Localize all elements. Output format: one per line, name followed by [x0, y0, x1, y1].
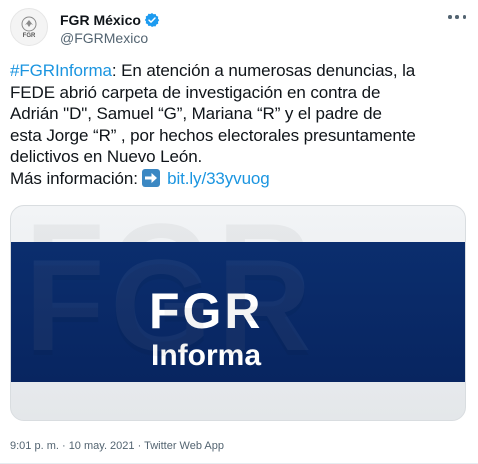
tweet-line-4: esta Jorge “R” , por hechos electorales … — [10, 125, 416, 145]
short-link[interactable]: bit.ly/33yvuog — [167, 169, 270, 188]
avatar[interactable]: FGR — [10, 8, 48, 46]
tweet-media-image[interactable]: FGR FGR FGR Informa FGR — [10, 205, 466, 421]
author-names: FGR México @FGRMexico — [60, 10, 160, 46]
tweet-card: FGR FGR México @FGRMexico #FGRInforma: E… — [0, 0, 478, 464]
display-name[interactable]: FGR México — [60, 12, 141, 28]
tweet-line-2: FEDE abrió carpeta de investigación en c… — [10, 82, 381, 102]
verified-badge-icon — [144, 12, 160, 28]
hashtag-link[interactable]: #FGRInforma — [10, 61, 112, 80]
tweet-line-6: Más información: bit.ly/33yvuog — [10, 168, 470, 190]
avatar-label: FGR — [22, 32, 36, 39]
tweet-line-1: #FGRInforma: En atención a numerosas den… — [10, 60, 470, 82]
more-options-icon[interactable] — [448, 14, 466, 20]
tweet-line-5: delictivos en Nuevo León. — [10, 147, 203, 167]
user-handle[interactable]: @FGRMexico — [60, 30, 160, 46]
tweet-text: #FGRInforma: En atención a numerosas den… — [10, 60, 470, 190]
eagle-seal-icon — [21, 16, 37, 31]
more-info-label: Más información: — [10, 168, 143, 188]
media-bottom-strip: FGR — [11, 245, 465, 420]
tweet-line-text: : En atención a numerosas denuncias, la — [111, 61, 416, 80]
right-arrow-emoji-icon — [142, 168, 161, 187]
tweet-header: FGR FGR México @FGRMexico — [10, 8, 468, 48]
watermark-bottom: FGR — [25, 245, 317, 375]
tweet-timestamp[interactable]: 9:01 p. m. · 10 may. 2021 · Twitter Web … — [10, 440, 224, 452]
tweet-line-3: Adrián "D", Samuel “G”, Mariana “R” y el… — [10, 104, 382, 124]
